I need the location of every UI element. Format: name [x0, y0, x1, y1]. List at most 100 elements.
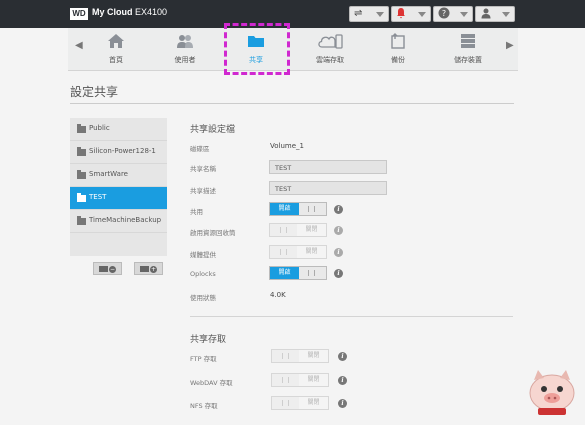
- info-icon[interactable]: i: [338, 376, 347, 385]
- home-icon: [108, 34, 124, 48]
- nav-right-arrow[interactable]: ▶: [506, 40, 514, 51]
- toggle-grip: [282, 400, 289, 406]
- share-item-public[interactable]: Public: [70, 118, 167, 141]
- svg-text:?: ?: [442, 9, 446, 18]
- access-heading: 共享存取: [190, 335, 227, 345]
- toggle-grip: [280, 227, 287, 233]
- help-button[interactable]: ?: [433, 6, 473, 22]
- info-icon[interactable]: i: [334, 269, 343, 278]
- folder-icon: [77, 216, 86, 225]
- share-item-silicon-power[interactable]: Silicon-Power128-1: [70, 141, 167, 164]
- info-icon[interactable]: i: [338, 399, 347, 408]
- share-item-label: Silicon-Power128-1: [89, 147, 156, 155]
- users-icon: [177, 35, 193, 48]
- ftp-access-toggle[interactable]: 關閉: [271, 349, 329, 363]
- shares-highlight-marker: [224, 23, 290, 75]
- share-item-label: TEST: [89, 193, 107, 201]
- usb-icon: ⇌: [354, 8, 363, 19]
- alerts-button[interactable]: [391, 6, 431, 22]
- public-label: 共用: [190, 208, 203, 216]
- nfs-access-label: NFS 存取: [190, 402, 218, 410]
- share-item-label: SmartWare: [89, 170, 128, 178]
- info-icon[interactable]: i: [334, 248, 343, 257]
- toggle-grip: [308, 270, 315, 276]
- nav-left-arrow[interactable]: ◀: [75, 40, 83, 51]
- top-bar: WD My Cloud EX4100 ⇌ ?: [0, 0, 585, 28]
- backup-icon: [391, 33, 405, 49]
- nfs-access-toggle[interactable]: 關閉: [271, 396, 329, 410]
- toggle-off-text: 關閉: [299, 350, 328, 362]
- chevron-down-icon: [460, 12, 468, 17]
- wd-logo: WD: [70, 8, 88, 20]
- user-menu-button[interactable]: [475, 6, 515, 22]
- share-name-input[interactable]: TEST: [269, 160, 387, 174]
- nav-storage-label: 儲存裝置: [454, 56, 482, 64]
- main-nav: ◀ 首頁 使用者 共享 雲端存取 備份 儲存裝置 ▶: [68, 28, 518, 71]
- toggle-grip: [282, 353, 289, 359]
- brand-name: My Cloud: [92, 7, 133, 17]
- info-icon[interactable]: i: [338, 352, 347, 361]
- add-share-button[interactable]: +: [134, 262, 163, 275]
- model-name: EX4100: [135, 7, 168, 17]
- minus-icon: −: [109, 266, 116, 273]
- media-serving-toggle[interactable]: 關閉: [269, 245, 327, 259]
- share-item-smartware[interactable]: SmartWare: [70, 164, 167, 187]
- nav-cloud-access[interactable]: 雲端存取: [300, 30, 360, 68]
- title-divider: [70, 103, 514, 104]
- folder-icon: [77, 124, 86, 133]
- help-icon: ?: [438, 7, 450, 24]
- toggle-on-text: 開啟: [270, 203, 299, 215]
- alert-bell-icon: [396, 7, 406, 24]
- usage-label: 使用狀態: [190, 294, 216, 302]
- toggle-grip: [280, 249, 287, 255]
- usb-button[interactable]: ⇌: [349, 6, 389, 22]
- share-item-label: TimeMachineBackup: [89, 216, 162, 224]
- share-item-timemachine[interactable]: TimeMachineBackup: [70, 210, 167, 233]
- nav-storage[interactable]: 儲存裝置: [438, 30, 498, 68]
- volume-value: Volume_1: [270, 142, 304, 150]
- share-name-label: 共享名稱: [190, 165, 216, 173]
- toggle-off-text: 關閉: [297, 224, 326, 236]
- volume-label: 磁碟區: [190, 145, 210, 153]
- webdav-access-label: WebDAV 存取: [190, 379, 233, 387]
- share-desc-label: 共享描述: [190, 187, 216, 195]
- section-divider: [190, 316, 513, 317]
- folder-icon: [99, 266, 108, 272]
- share-list-empty-area: [70, 233, 167, 256]
- share-item-label: Public: [89, 124, 110, 132]
- folder-icon: [77, 147, 86, 156]
- ftp-access-label: FTP 存取: [190, 355, 217, 363]
- storage-icon: [461, 34, 475, 48]
- cloud-icon: [318, 34, 343, 49]
- pig-mascot-watermark: [529, 370, 575, 415]
- oplocks-toggle[interactable]: 開啟: [269, 266, 327, 280]
- recycle-bin-toggle[interactable]: 關閉: [269, 223, 327, 237]
- share-desc-input[interactable]: TEST: [269, 181, 387, 195]
- folder-icon: [77, 193, 86, 202]
- share-item-test[interactable]: TEST: [70, 187, 167, 210]
- info-icon[interactable]: i: [334, 205, 343, 214]
- nav-backup[interactable]: 備份: [368, 30, 428, 68]
- chevron-down-icon: [418, 12, 426, 17]
- webdav-access-toggle[interactable]: 關閉: [271, 373, 329, 387]
- remove-share-button[interactable]: −: [93, 262, 122, 275]
- toggle-off-text: 關閉: [299, 374, 328, 386]
- info-icon[interactable]: i: [334, 226, 343, 235]
- product-name: My Cloud EX4100: [92, 7, 167, 17]
- nav-home[interactable]: 首頁: [86, 30, 146, 68]
- oplocks-label: Oplocks: [190, 270, 216, 278]
- nav-home-label: 首頁: [109, 56, 123, 64]
- share-list: Public Silicon-Power128-1 SmartWare TEST…: [70, 118, 167, 256]
- chevron-down-icon: [502, 12, 510, 17]
- nav-users-label: 使用者: [174, 56, 196, 64]
- media-serving-label: 媒體提供: [190, 251, 216, 259]
- public-toggle[interactable]: 開啟: [269, 202, 327, 216]
- toggle-on-text: 開啟: [270, 267, 299, 279]
- user-icon: [480, 7, 492, 24]
- nav-backup-label: 備份: [391, 56, 405, 64]
- toggle-grip: [308, 206, 315, 212]
- toggle-off-text: 關閉: [297, 246, 326, 258]
- nav-users[interactable]: 使用者: [155, 30, 215, 68]
- page-title: 設定共享: [70, 85, 119, 99]
- folder-icon: [77, 170, 86, 179]
